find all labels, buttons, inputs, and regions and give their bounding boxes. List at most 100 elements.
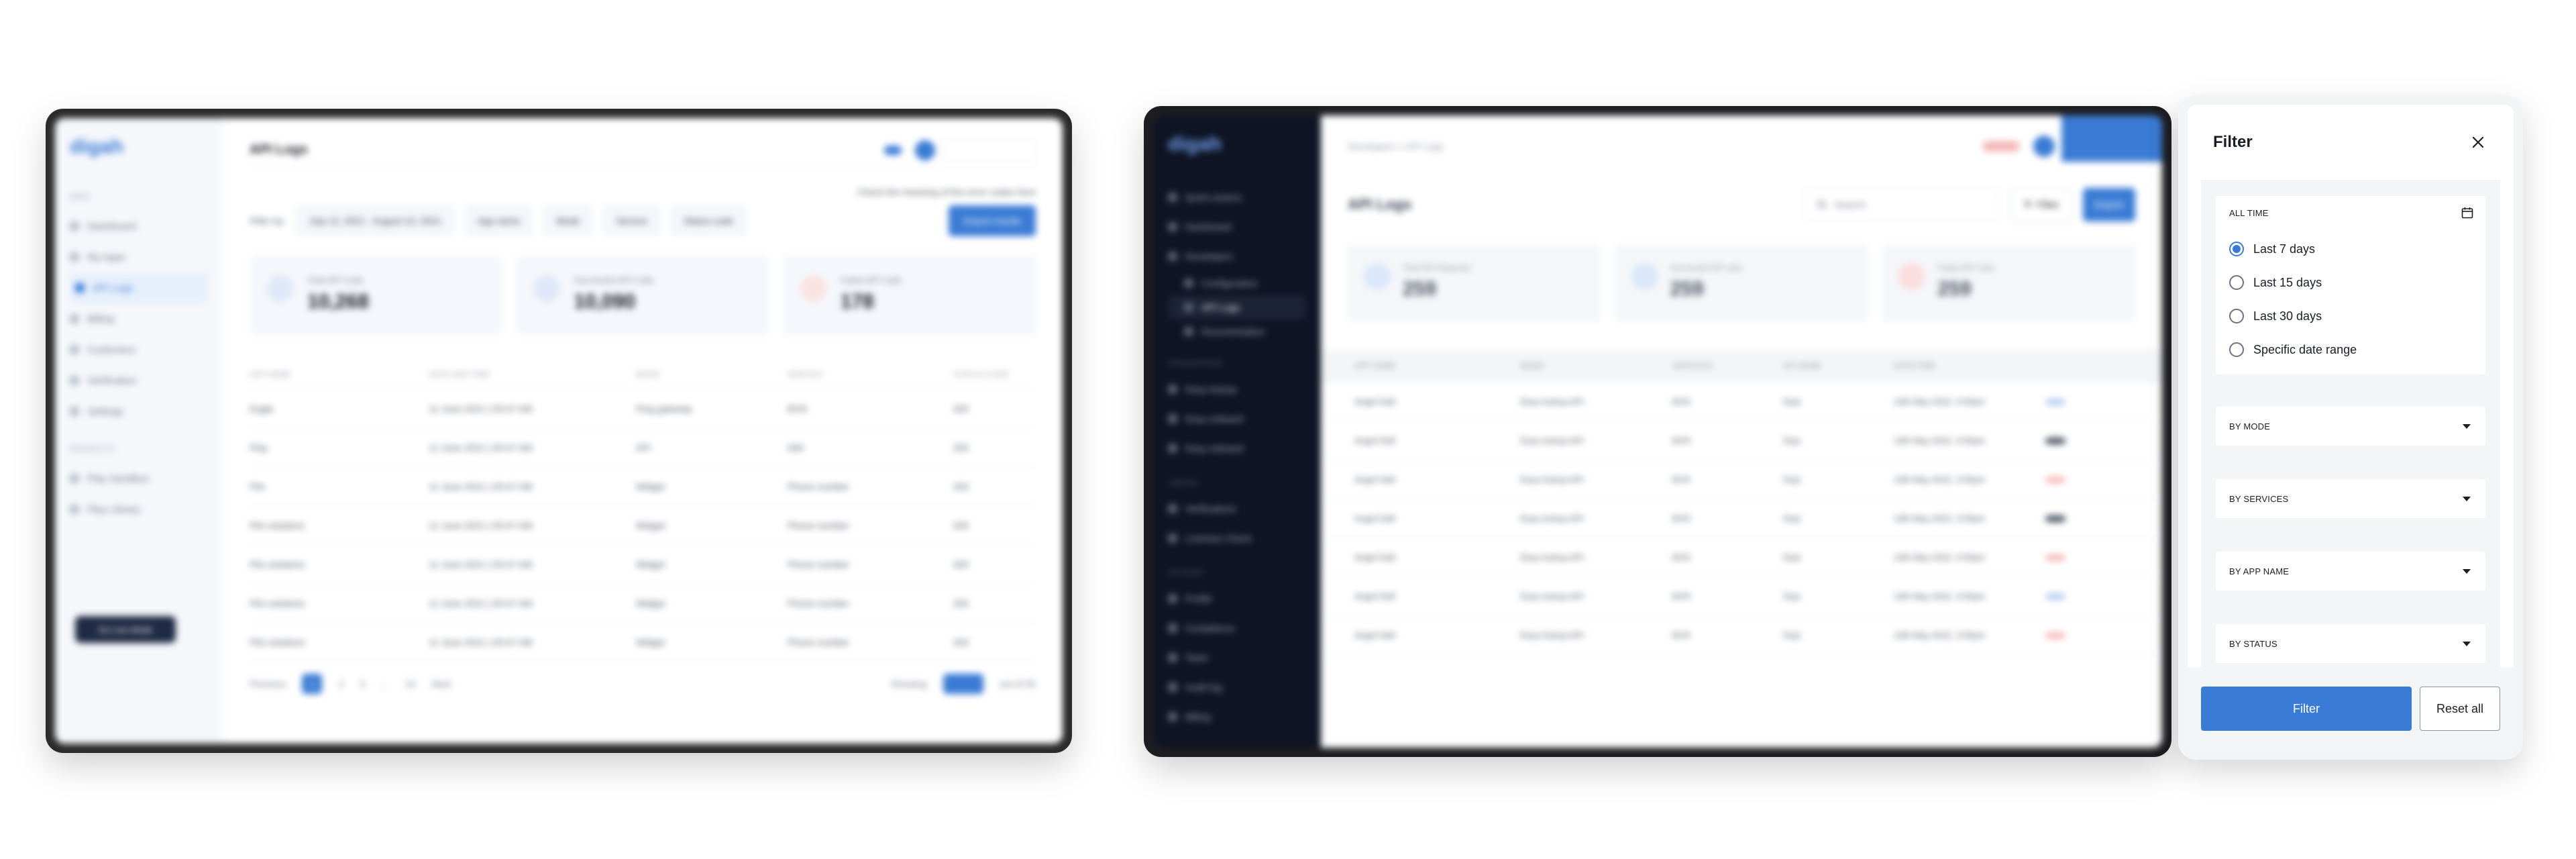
column-header[interactable]: MODE bbox=[636, 370, 788, 379]
by-app-name-dropdown[interactable]: BY APP NAME bbox=[2216, 552, 2485, 591]
sidebar-item[interactable]: My Apps bbox=[70, 242, 208, 272]
page-size-select[interactable] bbox=[943, 674, 983, 694]
column-header[interactable]: STATUS CODE bbox=[953, 370, 1036, 379]
cell-app: Angel Daft bbox=[1354, 436, 1395, 446]
table-row[interactable]: Angel Daft Easy lookup API BVN Dojo 13th May… bbox=[1321, 421, 2162, 460]
column-header[interactable]: API NAME bbox=[1783, 361, 1894, 370]
sidebar-item[interactable]: Developers bbox=[1168, 242, 1306, 271]
table-row[interactable]: Angel Daft Easy lookup API BVN Dojo 13th May… bbox=[1321, 577, 2162, 616]
nav-icon bbox=[1168, 444, 1177, 453]
by-mode-dropdown[interactable]: BY MODE bbox=[2216, 407, 2485, 446]
app-name-filter[interactable]: App name bbox=[464, 206, 533, 236]
table-row[interactable]: Pilo solutions 11 June 2021 | 05:47 AM Wid… bbox=[250, 545, 1036, 584]
sidebar-item[interactable]: Billing bbox=[70, 303, 208, 334]
export-button[interactable]: Export bbox=[2083, 188, 2135, 221]
sidebar-item[interactable]: Quick actions bbox=[1168, 183, 1306, 212]
sidebar-item-label: My Apps bbox=[87, 251, 126, 263]
sidebar-item[interactable]: Verifications bbox=[1168, 494, 1306, 523]
dark-sidebar: digah Quick actions Dashboard Developers Co… bbox=[1153, 115, 1321, 748]
status-code-filter-label: Status code bbox=[684, 215, 734, 226]
page-3[interactable]: 3 bbox=[360, 678, 365, 689]
status-badge bbox=[2045, 593, 2066, 600]
sidebar-item[interactable]: Settings bbox=[70, 396, 208, 427]
date-range-picker[interactable]: July 12, 2021 - August 10, 2021 bbox=[296, 206, 454, 236]
nav-icon bbox=[1168, 623, 1177, 633]
sidebar-item[interactable]: Verification bbox=[70, 365, 208, 396]
column-header[interactable]: DATE AND TIME bbox=[429, 370, 635, 379]
table-header: APP NAME DATE AND TIME MODE SERVICE STATUS C… bbox=[250, 360, 1036, 389]
filter-button[interactable]: Filter bbox=[2010, 188, 2072, 221]
table-row[interactable]: Angel Daft Easy lookup API BVN Dojo 13th May… bbox=[1321, 538, 2162, 577]
sidebar-item[interactable]: API Logs bbox=[1168, 295, 1306, 319]
account-select[interactable] bbox=[942, 139, 1036, 161]
sidebar-item[interactable]: Dashboard bbox=[70, 211, 208, 242]
avatar[interactable] bbox=[915, 140, 935, 160]
reset-all-button[interactable]: Reset all bbox=[2420, 687, 2500, 731]
table-row[interactable]: Play 11 June 2021 | 05:47 AM API NIN 200 bbox=[250, 428, 1036, 467]
sidebar-item[interactable]: Team bbox=[1168, 643, 1306, 672]
option-specific-date-range[interactable]: Specific date range bbox=[2229, 333, 2473, 366]
sidebar-item[interactable]: API Logs bbox=[70, 272, 208, 303]
sidebar-item-label: Easy onboard bbox=[1185, 443, 1244, 454]
radio-icon[interactable] bbox=[2229, 342, 2244, 357]
stat-label: Total API Calls bbox=[307, 275, 364, 285]
sidebar-item[interactable]: Documentation bbox=[1168, 319, 1306, 344]
status-code-filter[interactable]: Status code bbox=[671, 206, 747, 236]
by-status-dropdown[interactable]: BY STATUS bbox=[2216, 624, 2485, 663]
page-10[interactable]: 10 bbox=[405, 678, 416, 689]
table-row[interactable]: Eagle 11 June 2021 | 05:47 AM Ping gateway… bbox=[250, 389, 1036, 428]
sidebar-item[interactable]: Dashboard bbox=[1168, 212, 1306, 242]
export-results-button[interactable]: Export results bbox=[949, 205, 1036, 236]
close-button[interactable] bbox=[2467, 131, 2489, 154]
table-row[interactable]: Pilo solutions 11 June 2021 | 05:47 AM Wid… bbox=[250, 506, 1036, 545]
filter-button-label: Filter bbox=[2037, 199, 2059, 211]
calendar-icon[interactable] bbox=[2461, 207, 2473, 219]
sidebar-item[interactable]: Audit log bbox=[1168, 672, 1306, 702]
sidebar-item[interactable]: Easy onboard bbox=[1168, 434, 1306, 463]
apply-filter-button[interactable]: Filter bbox=[2201, 687, 2412, 731]
mode-toggle[interactable] bbox=[884, 145, 902, 155]
prev-page-link[interactable]: Previous bbox=[250, 678, 286, 689]
sidebar-item[interactable]: Play Sandbox bbox=[70, 463, 208, 494]
cell-app: Pilo solutions bbox=[250, 636, 305, 648]
page-2[interactable]: 2 bbox=[338, 678, 343, 689]
avatar[interactable] bbox=[2033, 136, 2055, 157]
search-input[interactable]: Search bbox=[1805, 188, 2000, 221]
go-live-button[interactable]: Go Live Mode bbox=[75, 616, 176, 643]
by-services-dropdown[interactable]: BY SERVICES bbox=[2216, 479, 2485, 518]
table-row[interactable]: Pilo solutions 11 June 2021 | 05:47 AM Wid… bbox=[250, 584, 1036, 623]
sidebar-item[interactable]: Profile bbox=[1168, 584, 1306, 613]
table-row[interactable]: Angel Daft Easy lookup API BVN Dojo 13th May… bbox=[1321, 383, 2162, 421]
table-row[interactable]: Angel Daft Easy lookup API BVN Dojo 13th May… bbox=[1321, 616, 2162, 655]
sidebar-item[interactable]: Billing bbox=[1168, 702, 1306, 731]
column-header[interactable]: MODE bbox=[1520, 361, 1672, 370]
service-filter[interactable]: Service bbox=[603, 206, 661, 236]
column-header[interactable]: APP NAME bbox=[250, 370, 429, 379]
cell-app: Angel Daft bbox=[1354, 630, 1395, 640]
mode-filter[interactable]: Mode bbox=[543, 206, 593, 236]
table-row[interactable]: Angel Daft Easy lookup API BVN Dojo 13th May… bbox=[1321, 499, 2162, 538]
radio-icon[interactable] bbox=[2229, 309, 2244, 323]
option-last-7-days[interactable]: Last 7 days bbox=[2229, 232, 2473, 266]
sidebar-item[interactable]: Liveness Check bbox=[1168, 523, 1306, 553]
sidebar-item[interactable]: Customers bbox=[70, 334, 208, 365]
next-page-link[interactable]: Next bbox=[431, 678, 451, 689]
table-row[interactable]: Angel Daft Easy lookup API BVN Dojo 13th May… bbox=[1321, 460, 2162, 499]
sidebar-item[interactable]: Easy lookup bbox=[1168, 374, 1306, 404]
sidebar-item[interactable]: Compliance bbox=[1168, 613, 1306, 643]
radio-icon[interactable] bbox=[2229, 275, 2244, 290]
column-header[interactable]: SERVICES bbox=[1672, 361, 1783, 370]
option-last-30-days[interactable]: Last 30 days bbox=[2229, 299, 2473, 333]
option-last-15-days[interactable]: Last 15 days bbox=[2229, 266, 2473, 299]
sidebar-item[interactable]: Play Library bbox=[70, 494, 208, 525]
radio-checked-icon[interactable] bbox=[2229, 242, 2244, 256]
column-header[interactable]: DATE/TIME bbox=[1894, 361, 2046, 370]
page-1[interactable]: 1 bbox=[302, 674, 323, 694]
sidebar-item[interactable]: Configuration bbox=[1168, 271, 1306, 295]
column-header[interactable]: APP NAME bbox=[1354, 361, 1520, 370]
filter-icon bbox=[2024, 201, 2033, 208]
table-row[interactable]: Pilo 11 June 2021 | 05:47 AM Widget Phone n… bbox=[250, 467, 1036, 506]
sidebar-item[interactable]: Easy onboard bbox=[1168, 404, 1306, 434]
table-row[interactable]: Pilo solutions 11 June 2021 | 05:47 AM Wid… bbox=[250, 623, 1036, 662]
column-header[interactable]: SERVICE bbox=[788, 370, 953, 379]
